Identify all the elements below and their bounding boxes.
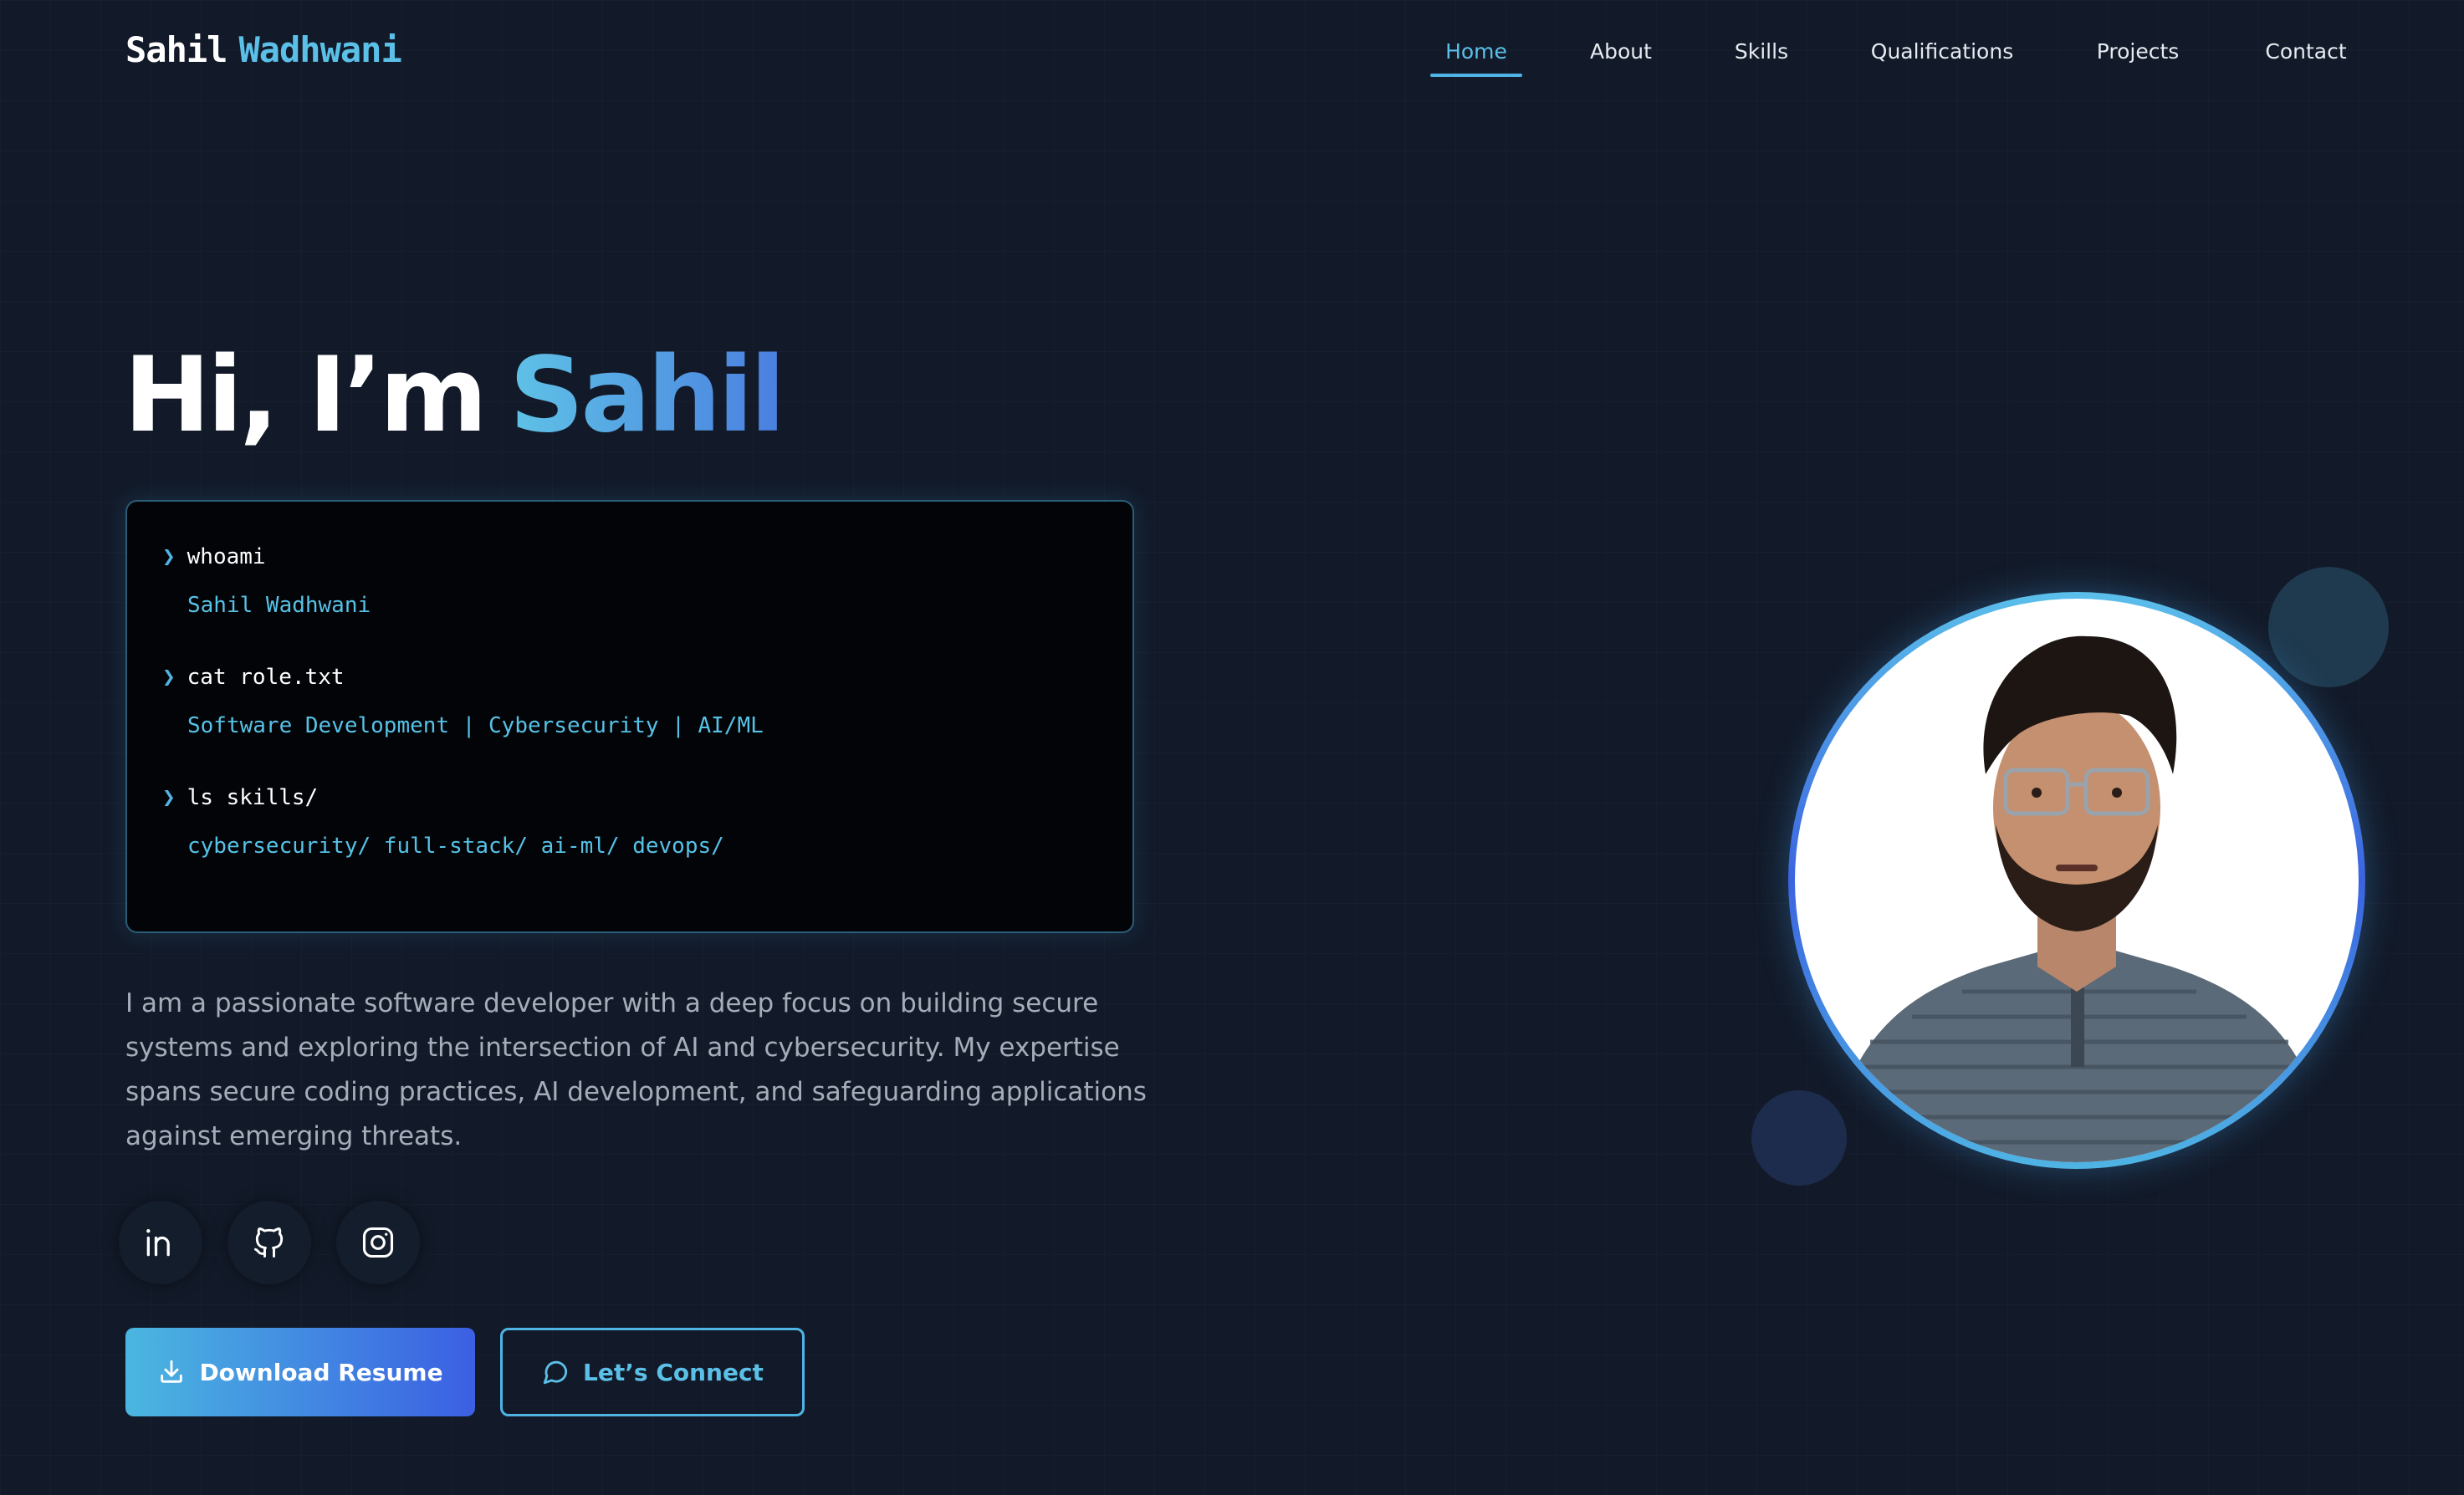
terminal-command: ❯ ls skills/: [162, 781, 318, 814]
nav-projects[interactable]: Projects: [2088, 33, 2188, 70]
profile-photo: [1795, 599, 2359, 1162]
instagram-link[interactable]: [336, 1201, 420, 1284]
nav-qualifications[interactable]: Qualifications: [1863, 33, 2021, 70]
linkedin-icon: [146, 1229, 170, 1257]
command-text: ls skills/: [187, 785, 319, 810]
hero-name: Sahil: [509, 335, 785, 456]
prompt-symbol: ❯: [162, 785, 176, 810]
nav-contact[interactable]: Contact: [2253, 33, 2359, 70]
download-icon: [161, 1360, 183, 1383]
person-illustration: [1828, 635, 2330, 1162]
lets-connect-label: Let’s Connect: [583, 1358, 764, 1386]
command-text: whoami: [187, 544, 266, 569]
nav-about[interactable]: About: [1579, 33, 1663, 70]
nav-active-indicator: [1430, 74, 1522, 77]
download-resume-label: Download Resume: [199, 1358, 443, 1386]
nav-home[interactable]: Home: [1430, 33, 1522, 70]
instagram-icon: [362, 1227, 394, 1258]
terminal-output: cybersecurity/ full-stack/ ai-ml/ devops…: [187, 834, 724, 859]
github-icon: [254, 1227, 284, 1258]
chat-bubble-icon: [543, 1360, 568, 1385]
hero-bio: I am a passionate software developer wit…: [125, 988, 1147, 1151]
prompt-symbol: ❯: [162, 665, 176, 690]
terminal-output: Software Development | Cybersecurity | A…: [187, 713, 764, 738]
main-nav: Home About Skills Qualifications Project…: [0, 33, 2464, 77]
download-resume-button[interactable]: Download Resume: [125, 1328, 475, 1416]
prompt-symbol: ❯: [162, 544, 176, 569]
terminal-command: ❯ cat role.txt: [162, 661, 345, 694]
hero-title: Hi, I’m Sahil: [124, 333, 785, 458]
decorative-circle: [2268, 567, 2389, 687]
github-link[interactable]: [227, 1201, 311, 1284]
terminal-output: Sahil Wadhwani: [187, 593, 371, 618]
command-text: cat role.txt: [187, 665, 345, 690]
lets-connect-button[interactable]: Let’s Connect: [500, 1328, 805, 1416]
terminal-command: ❯ whoami: [162, 540, 266, 574]
profile-photo-frame: [1788, 592, 2365, 1169]
linkedin-link[interactable]: [119, 1201, 202, 1284]
hero-greeting: Hi, I’m: [124, 335, 488, 456]
decorative-circle: [1751, 1090, 1847, 1186]
nav-skills[interactable]: Skills: [1723, 33, 1800, 70]
terminal-window: ❯ whoami Sahil Wadhwani ❯ cat role.txt Sof…: [125, 500, 1134, 933]
